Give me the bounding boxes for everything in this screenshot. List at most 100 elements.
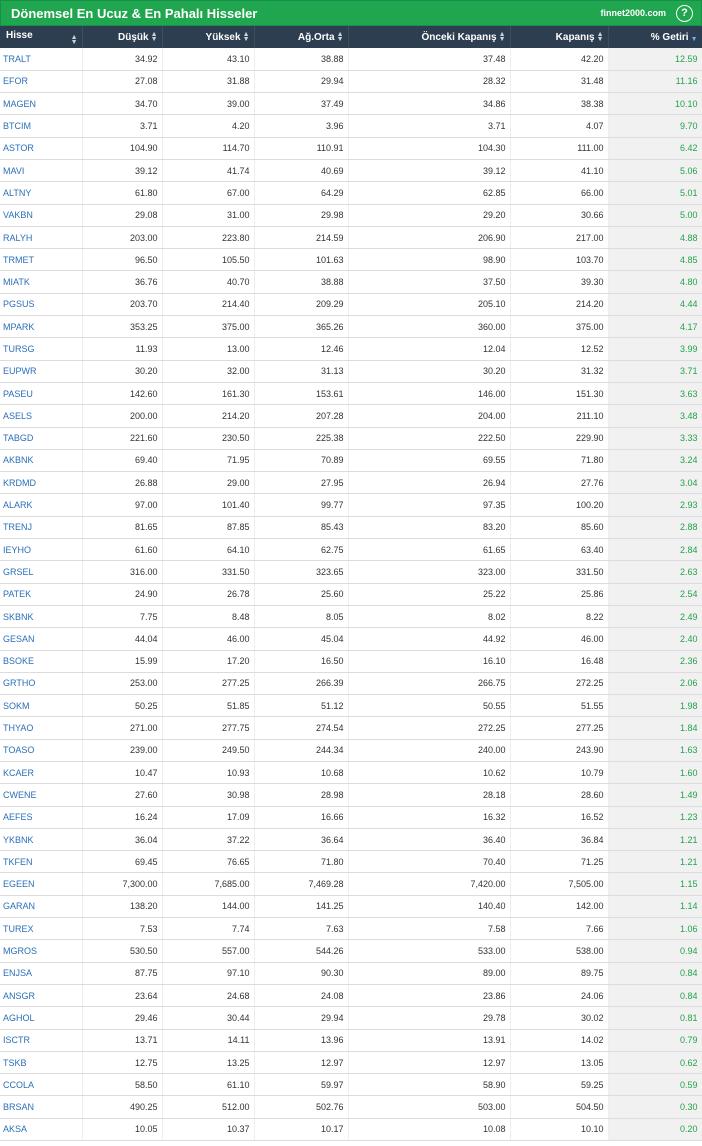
table-row[interactable]: CWENE 27.60 30.98 28.98 28.18 28.60 1.49: [0, 783, 702, 807]
table-row[interactable]: TUREX 7.53 7.74 7.63 7.58 7.66 1.06: [0, 917, 702, 941]
symbol-link[interactable]: RALYH: [3, 233, 32, 243]
symbol-link[interactable]: TKFEN: [3, 857, 33, 867]
table-row[interactable]: MIATK 36.76 40.70 38.88 37.50 39.30 4.80: [0, 270, 702, 294]
table-row[interactable]: GRSEL 316.00 331.50 323.65 323.00 331.50 2.63: [0, 560, 702, 584]
symbol-link[interactable]: MPARK: [3, 322, 34, 332]
symbol-link[interactable]: GARAN: [3, 901, 35, 911]
column-header-low[interactable]: Düşük ▲ ▼: [82, 26, 163, 48]
table-row[interactable]: BRSAN 490.25 512.00 502.76 503.00 504.50 0.30: [0, 1095, 702, 1119]
table-row[interactable]: AKSA 10.05 10.37 10.17 10.08 10.10 0.20: [0, 1118, 702, 1142]
table-row[interactable]: AGHOL 29.46 30.44 29.94 29.78 30.02 0.81: [0, 1006, 702, 1030]
symbol-link[interactable]: KCAER: [3, 768, 34, 778]
table-row[interactable]: ASELS 200.00 214.20 207.28 204.00 211.10 3.48: [0, 404, 702, 428]
table-row[interactable]: CCOLA 58.50 61.10 59.97 58.90 59.25 0.59: [0, 1073, 702, 1097]
table-row[interactable]: TURSG 11.93 13.00 12.46 12.04 12.52 3.99: [0, 337, 702, 361]
table-row[interactable]: TSKB 12.75 13.25 12.97 12.97 13.05 0.62: [0, 1051, 702, 1075]
symbol-link[interactable]: TABGD: [3, 433, 33, 443]
symbol-link[interactable]: GRSEL: [3, 567, 34, 577]
table-row[interactable]: GRTHO 253.00 277.25 266.39 266.75 272.25 2.06: [0, 672, 702, 696]
column-header-prev-close[interactable]: Önceki Kapanış ▲ ▼: [348, 26, 511, 48]
symbol-link[interactable]: TURSG: [3, 344, 35, 354]
symbol-link[interactable]: MGROS: [3, 946, 37, 956]
symbol-link[interactable]: PATEK: [3, 589, 31, 599]
symbol-link[interactable]: EFOR: [3, 76, 28, 86]
symbol-link[interactable]: TRENJ: [3, 522, 32, 532]
symbol-link[interactable]: ASTOR: [3, 143, 34, 153]
symbol-link[interactable]: CWENE: [3, 790, 37, 800]
symbol-link[interactable]: YKBNK: [3, 835, 34, 845]
symbol-link[interactable]: THYAO: [3, 723, 33, 733]
table-row[interactable]: PATEK 24.90 26.78 25.60 25.22 25.86 2.54: [0, 583, 702, 606]
symbol-link[interactable]: ENJSA: [3, 968, 32, 978]
column-header-weighted-avg[interactable]: Ağ.Orta ▲ ▼: [254, 26, 349, 48]
symbol-link[interactable]: SKBNK: [3, 612, 34, 622]
column-header-close[interactable]: Kapanış ▲ ▼: [510, 26, 609, 48]
column-header-return[interactable]: % Getiri▲▼: [608, 26, 702, 48]
column-header-high[interactable]: Yüksek ▲ ▼: [162, 26, 255, 48]
symbol-link[interactable]: TRALT: [3, 54, 31, 64]
table-row[interactable]: ALARK 97.00 101.40 99.77 97.35 100.20 2.93: [0, 493, 702, 517]
symbol-link[interactable]: ALTNY: [3, 188, 31, 198]
symbol-link[interactable]: MAVI: [3, 166, 24, 176]
table-row[interactable]: ASTOR 104.90 114.70 110.91 104.30 111.00 6.42: [0, 137, 702, 160]
symbol-link[interactable]: AKSA: [3, 1124, 27, 1134]
table-row[interactable]: PGSUS 203.70 214.40 209.29 205.10 214.20 4.44: [0, 293, 702, 317]
column-header-symbol[interactable]: ▲ ▼ Hisse: [0, 26, 83, 48]
table-row[interactable]: SKBNK 7.75 8.48 8.05 8.02 8.22 2.49: [0, 605, 702, 629]
table-row[interactable]: TRALT 34.92 43.10 38.88 37.48 42.20 12.59: [0, 48, 702, 71]
table-row[interactable]: MGROS 530.50 557.00 544.26 533.00 538.00 0.94: [0, 939, 702, 963]
symbol-link[interactable]: TOASO: [3, 745, 34, 755]
table-row[interactable]: BSOKE 15.99 17.20 16.50 16.10 16.48 2.36: [0, 650, 702, 673]
table-row[interactable]: MAGEN 34.70 39.00 37.49 34.86 38.38 10.10: [0, 92, 702, 116]
table-row[interactable]: ISCTR 13.71 14.11 13.96 13.91 14.02 0.79: [0, 1029, 702, 1052]
table-row[interactable]: TABGD 221.60 230.50 225.38 222.50 229.90 3.33: [0, 427, 702, 450]
table-row[interactable]: VAKBN 29.08 31.00 29.98 29.20 30.66 5.00: [0, 204, 702, 227]
table-row[interactable]: TRENJ 81.65 87.85 85.43 83.20 85.60 2.88: [0, 516, 702, 540]
symbol-link[interactable]: VAKBN: [3, 210, 33, 220]
table-row[interactable]: ANSGR 23.64 24.68 24.08 23.86 24.06 0.84: [0, 984, 702, 1008]
table-row[interactable]: GESAN 44.04 46.00 45.04 44.92 46.00 2.40: [0, 627, 702, 651]
table-row[interactable]: BTCIM 3.71 4.20 3.96 3.71 4.07 9.70: [0, 114, 702, 138]
symbol-link[interactable]: CCOLA: [3, 1080, 34, 1090]
table-row[interactable]: MAVI 39.12 41.74 40.69 39.12 41.10 5.06: [0, 159, 702, 183]
table-row[interactable]: KCAER 10.47 10.93 10.68 10.62 10.79 1.60: [0, 761, 702, 785]
table-row[interactable]: YKBNK 36.04 37.22 36.64 36.40 36.84 1.21: [0, 828, 702, 852]
table-row[interactable]: ALTNY 61.80 67.00 64.29 62.85 66.00 5.01: [0, 181, 702, 205]
symbol-link[interactable]: MIATK: [3, 277, 30, 287]
table-row[interactable]: KRDMD 26.88 29.00 27.95 26.94 27.76 3.04: [0, 471, 702, 495]
symbol-link[interactable]: BRSAN: [3, 1102, 34, 1112]
help-icon[interactable]: ?: [676, 4, 693, 22]
table-row[interactable]: RALYH 203.00 223.80 214.59 206.90 217.00 4.88: [0, 226, 702, 250]
symbol-link[interactable]: ANSGR: [3, 991, 35, 1001]
table-row[interactable]: PASEU 142.60 161.30 153.61 146.00 151.30 3.63: [0, 382, 702, 406]
symbol-link[interactable]: AGHOL: [3, 1013, 35, 1023]
symbol-link[interactable]: SOKM: [3, 701, 30, 711]
table-row[interactable]: TRMET 96.50 105.50 101.63 98.90 103.70 4.85: [0, 248, 702, 272]
table-row[interactable]: THYAO 271.00 277.75 274.54 272.25 277.25 1.84: [0, 716, 702, 740]
table-row[interactable]: TOASO 239.00 249.50 244.34 240.00 243.90 1.63: [0, 739, 702, 763]
table-row[interactable]: AEFES 16.24 17.09 16.66 16.32 16.52 1.23: [0, 806, 702, 829]
symbol-link[interactable]: TSKB: [3, 1058, 27, 1068]
table-row[interactable]: TKFEN 69.45 76.65 71.80 70.40 71.25 1.21: [0, 850, 702, 874]
symbol-link[interactable]: KRDMD: [3, 478, 36, 488]
symbol-link[interactable]: GRTHO: [3, 678, 35, 688]
symbol-link[interactable]: EUPWR: [3, 366, 37, 376]
table-row[interactable]: AKBNK 69.40 71.95 70.89 69.55 71.80 3.24: [0, 449, 702, 473]
symbol-link[interactable]: PGSUS: [3, 299, 35, 309]
table-row[interactable]: EUPWR 30.20 32.00 31.13 30.20 31.32 3.71: [0, 360, 702, 383]
table-row[interactable]: EFOR 27.08 31.88 29.94 28.32 31.48 11.16: [0, 70, 702, 94]
symbol-link[interactable]: TRMET: [3, 255, 34, 265]
table-row[interactable]: MPARK 353.25 375.00 365.26 360.00 375.00 4.17: [0, 315, 702, 339]
symbol-link[interactable]: ALARK: [3, 500, 33, 510]
symbol-link[interactable]: BSOKE: [3, 656, 34, 666]
symbol-link[interactable]: PASEU: [3, 389, 33, 399]
symbol-link[interactable]: AKBNK: [3, 455, 34, 465]
symbol-link[interactable]: IEYHO: [3, 545, 31, 555]
table-row[interactable]: ENJSA 87.75 97.10 90.30 89.00 89.75 0.84: [0, 962, 702, 985]
symbol-link[interactable]: ASELS: [3, 411, 32, 421]
symbol-link[interactable]: BTCIM: [3, 121, 31, 131]
symbol-link[interactable]: AEFES: [3, 812, 33, 822]
table-row[interactable]: SOKM 50.25 51.85 51.12 50.55 51.55 1.98: [0, 694, 702, 718]
table-row[interactable]: EGEEN 7,300.00 7,685.00 7,469.28 7,420.00 7,5…: [0, 872, 702, 896]
symbol-link[interactable]: ISCTR: [3, 1035, 30, 1045]
